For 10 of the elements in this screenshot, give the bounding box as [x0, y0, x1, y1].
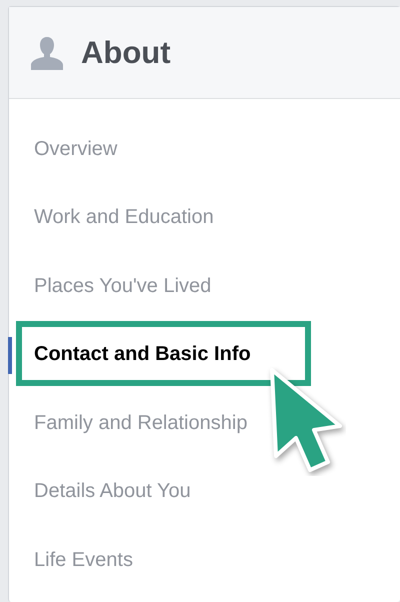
nav-item[interactable]: Family and Relationship [34, 412, 248, 435]
nav-item[interactable]: Contact and Basic Info [34, 343, 251, 366]
nav-item[interactable]: Places You've Lived [34, 274, 212, 298]
nav-item[interactable]: Life Events [34, 548, 133, 572]
section-title: About [81, 34, 171, 70]
selection-bar [8, 336, 12, 374]
nav-item[interactable]: Overview [34, 138, 118, 161]
nav-item[interactable]: Details About You [34, 480, 191, 504]
nav-item[interactable]: Work and Education [34, 206, 214, 230]
person-icon [30, 36, 64, 70]
